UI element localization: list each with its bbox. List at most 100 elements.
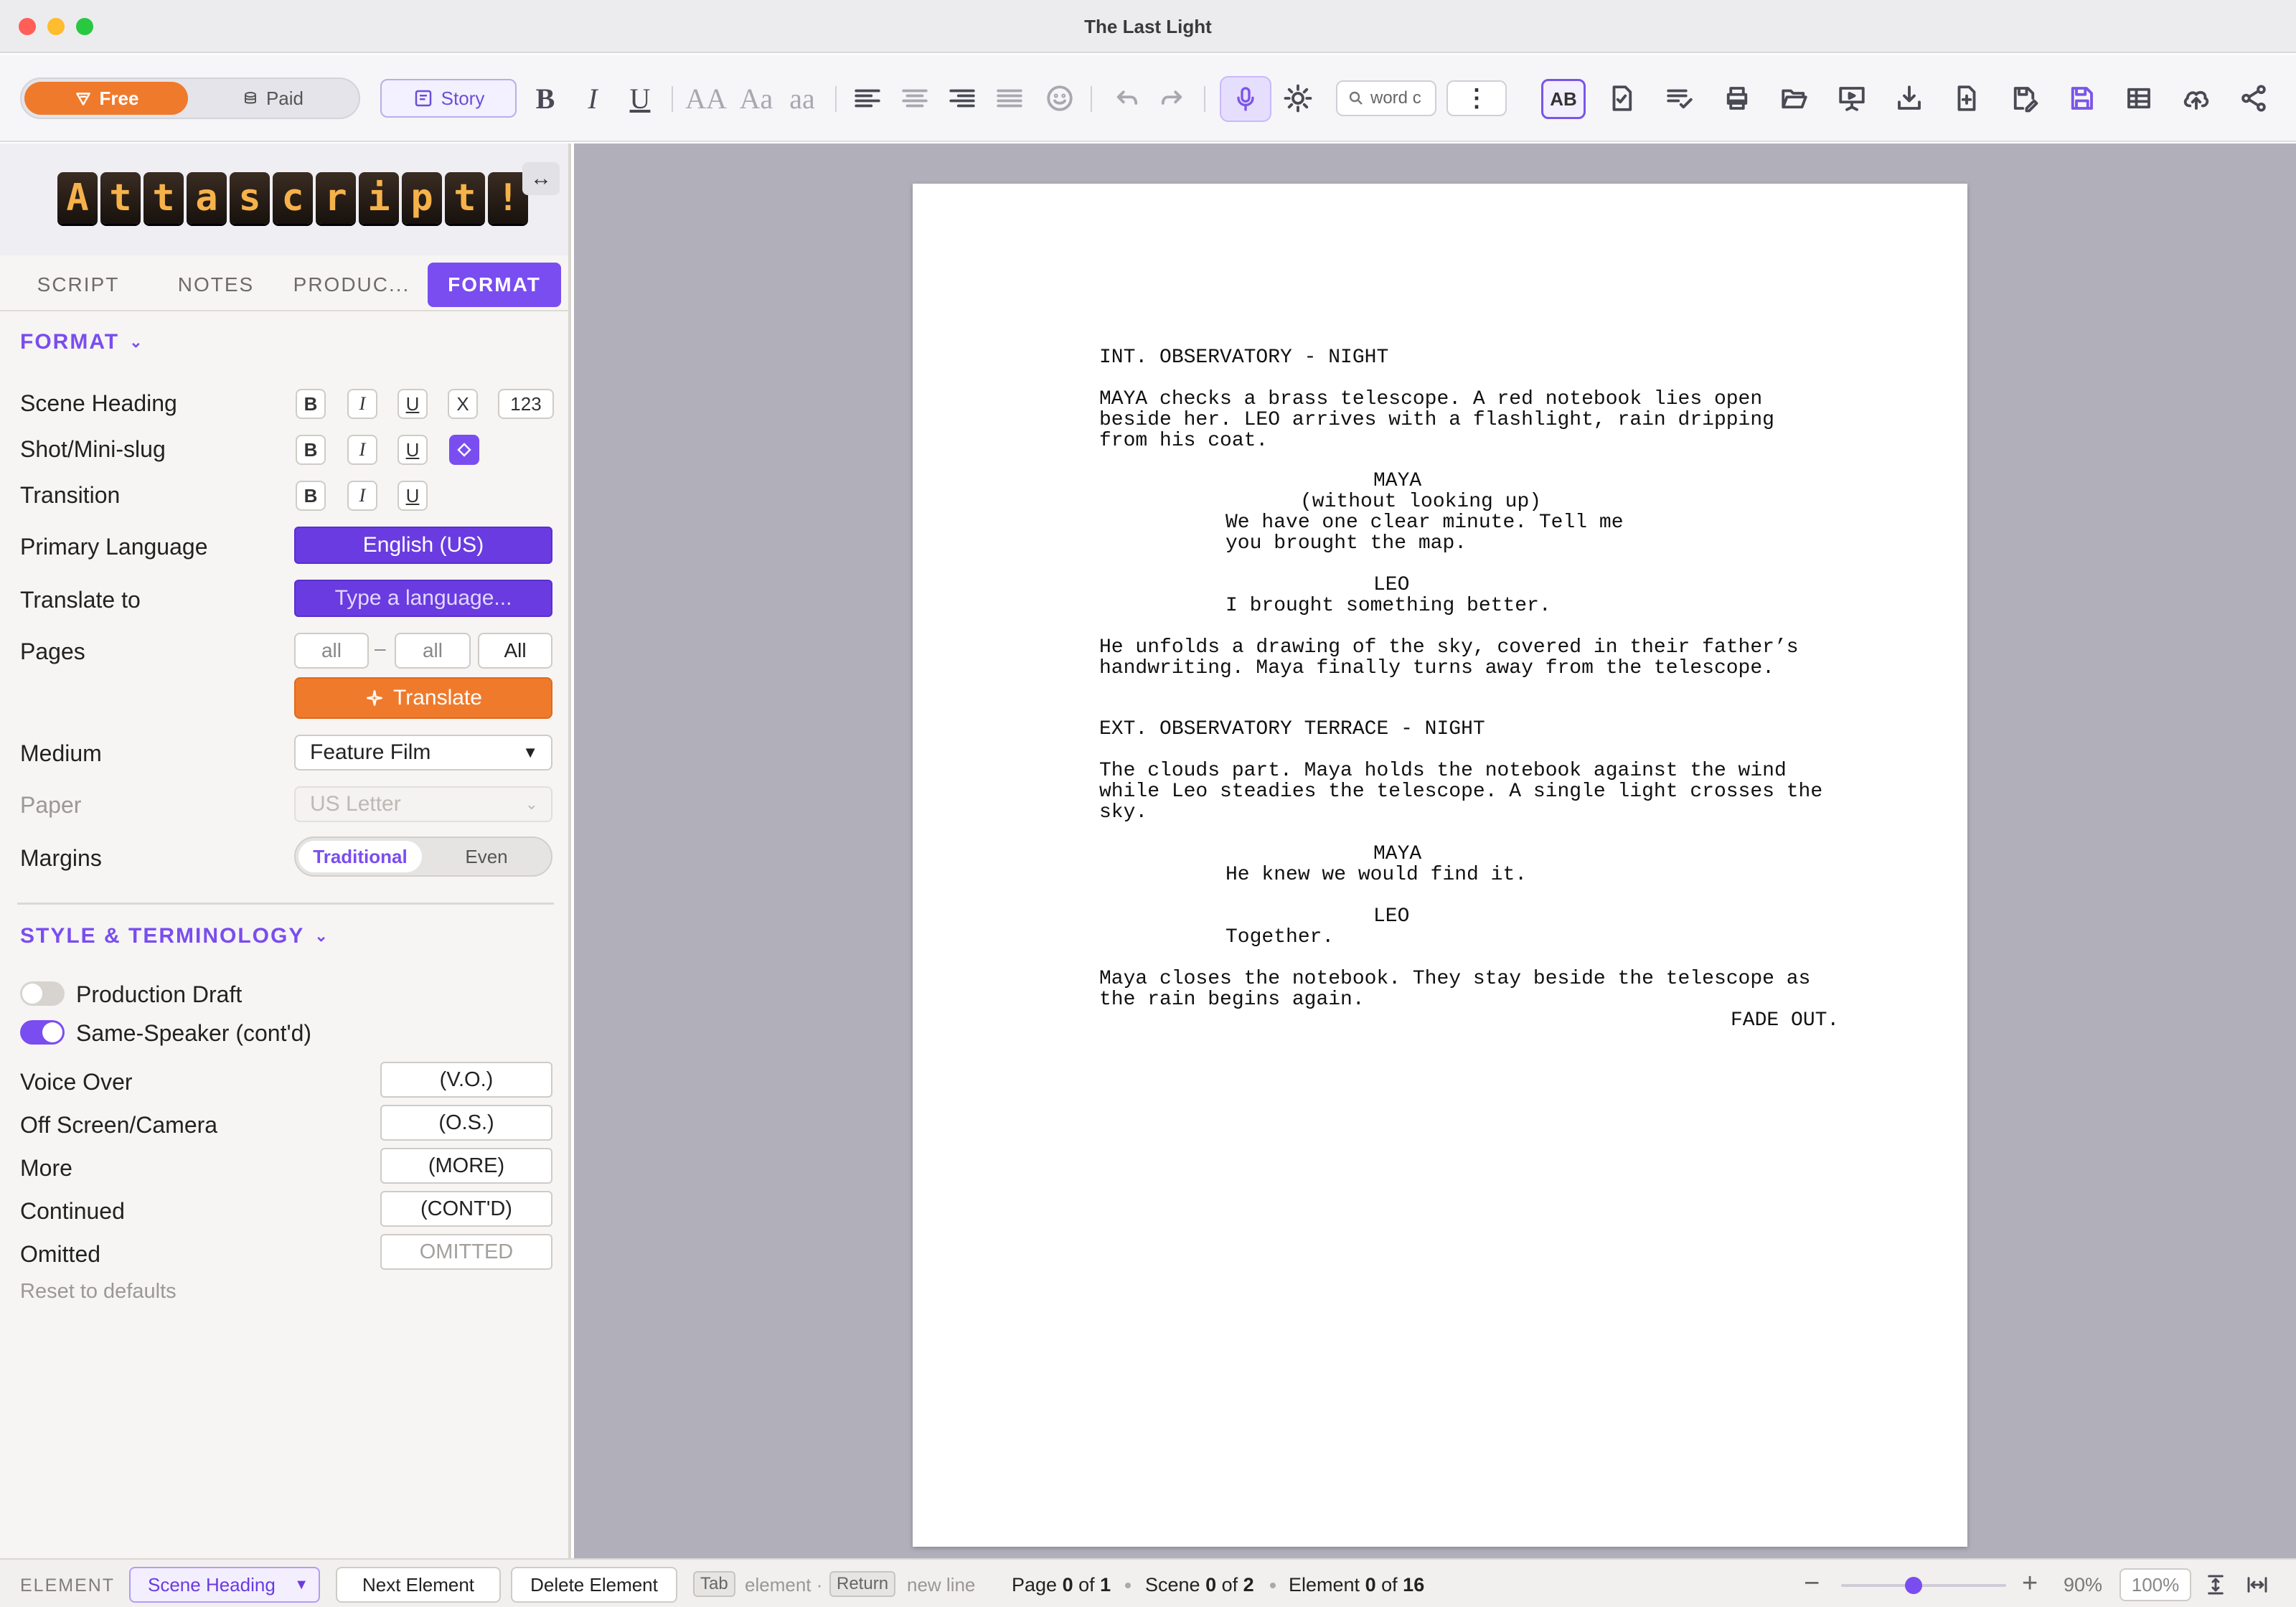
zoom-in-button[interactable]: + [2022,1568,2038,1599]
bold-button[interactable]: B [530,77,561,119]
titlecase-button[interactable]: Aa [733,77,779,119]
same-speaker-toggle[interactable] [20,1020,65,1045]
dialogue[interactable]: I brought something better. [1225,595,1551,616]
primary-language-select[interactable]: English (US) [294,527,552,564]
new-file-button[interactable] [1949,77,1985,119]
action-line[interactable]: The clouds part. Maya holds the notebook… [1099,760,1822,823]
expand-sidebar-button[interactable]: ↔ [522,162,560,195]
shot-highlight-toggle[interactable] [449,435,479,465]
action-line[interactable]: He unfolds a drawing of the sky, covered… [1099,637,1799,679]
parenthetical[interactable]: (without looking up) [1300,491,1541,512]
zoom-slider-handle[interactable] [1905,1577,1923,1594]
tab-production[interactable]: PRODUC... [287,263,416,307]
present-button[interactable] [1834,77,1870,119]
dialogue[interactable]: Together. [1225,927,1334,948]
scene-heading-clear-toggle[interactable]: X [448,389,478,419]
translate-language-input[interactable]: Type a language... [294,580,552,617]
script-page[interactable]: INT. OBSERVATORY - NIGHT MAYA checks a b… [913,184,1967,1547]
format-section-header[interactable]: FORMAT ⌄ [20,330,144,354]
story-button[interactable]: Story [380,79,517,118]
tab-format[interactable]: FORMAT [428,263,561,307]
transition-italic-toggle[interactable]: I [347,481,377,511]
off-screen-input[interactable]: (O.S.) [380,1105,552,1141]
cloud-upload-button[interactable] [2177,77,2216,119]
zoom-out-button[interactable]: − [1804,1568,1820,1599]
share-button[interactable] [2236,77,2272,119]
voice-over-input[interactable]: (V.O.) [380,1062,552,1098]
medium-select[interactable]: Feature Film ▼ [294,735,552,770]
transition-underline-toggle[interactable]: U [397,481,428,511]
action-line[interactable]: Maya closes the notebook. They stay besi… [1099,969,1810,1010]
character-name[interactable]: LEO [1373,575,1409,595]
character-name[interactable]: MAYA [1373,844,1421,864]
paper-label: Paper [20,792,82,818]
chevron-down-icon: ▼ [294,1576,309,1593]
tab-script[interactable]: SCRIPT [14,263,142,307]
more-input[interactable]: (MORE) [380,1148,552,1184]
element-of: of [1381,1574,1398,1596]
scene-heading-bold-toggle[interactable]: B [296,389,326,419]
fit-height-button[interactable] [2201,1568,2230,1601]
undo-button[interactable] [1111,77,1144,119]
shot-underline-toggle[interactable]: U [397,435,428,465]
paid-plan-button[interactable]: Paid [191,82,354,115]
scene-heading-italic-toggle[interactable]: I [347,389,377,419]
scene-heading[interactable]: INT. OBSERVATORY - NIGHT [1099,347,1388,368]
style-section-header[interactable]: STYLE & TERMINOLOGY ⌄ [20,924,329,948]
theme-button[interactable] [1280,77,1316,119]
save-as-button[interactable] [2006,77,2042,119]
action-line[interactable]: MAYA checks a brass telescope. A red not… [1099,389,1774,451]
translate-button[interactable]: Translate [294,677,552,719]
redo-button[interactable] [1155,77,1188,119]
pages-from-input[interactable]: all [294,633,369,669]
fit-width-button[interactable] [2243,1568,2272,1601]
continued-input[interactable]: (CONT'D) [380,1191,552,1227]
dialogue[interactable]: He knew we would find it. [1225,864,1527,885]
shot-italic-toggle[interactable]: I [347,435,377,465]
spellcheck-button[interactable]: AB [1541,79,1586,119]
omitted-input[interactable]: OMITTED [380,1234,552,1270]
tab-notes[interactable]: NOTES [152,263,280,307]
check-document-button[interactable] [1604,77,1639,119]
character-name[interactable]: MAYA [1373,471,1421,491]
uppercase-button[interactable]: AA [683,77,729,119]
dictation-button[interactable] [1220,76,1271,122]
align-center-button[interactable] [898,77,931,119]
italic-button[interactable]: I [577,77,608,119]
pages-all-button[interactable]: All [478,633,552,669]
zoom-reset-button[interactable]: 100% [2119,1568,2191,1601]
free-plan-button[interactable]: Free [24,82,188,115]
more-options-button[interactable]: ⋮ [1446,80,1507,116]
emoji-button[interactable] [1042,77,1078,119]
delete-element-button[interactable]: Delete Element [511,1567,677,1603]
pages-to-input[interactable]: all [395,633,471,669]
table-button[interactable] [2121,77,2157,119]
search-input[interactable]: word c [1336,80,1436,116]
zoom-slider[interactable] [1841,1584,2006,1587]
justify-button[interactable] [993,77,1026,119]
scene-heading[interactable]: EXT. OBSERVATORY TERRACE - NIGHT [1099,719,1485,740]
scene-numbering-toggle[interactable]: 123 [498,389,554,419]
character-name[interactable]: LEO [1373,906,1409,927]
checklist-button[interactable] [1662,77,1698,119]
transition-bold-toggle[interactable]: B [296,481,326,511]
align-right-button[interactable] [946,77,979,119]
next-element-button[interactable]: Next Element [336,1567,501,1603]
scene-heading-underline-toggle[interactable]: U [397,389,428,419]
transition[interactable]: FADE OUT. [1731,1010,1839,1031]
reset-defaults-link[interactable]: Reset to defaults [20,1280,177,1304]
print-button[interactable] [1719,77,1755,119]
lowercase-button[interactable]: aa [782,77,822,119]
toolbar-divider [672,86,673,112]
production-draft-toggle[interactable] [20,981,65,1006]
underline-button[interactable]: U [624,77,656,119]
open-button[interactable] [1777,77,1812,119]
element-type-select[interactable]: Scene Heading ▼ [129,1567,320,1603]
dialogue[interactable]: We have one clear minute. Tell me you br… [1225,512,1624,554]
align-left-button[interactable] [851,77,884,119]
shot-bold-toggle[interactable]: B [296,435,326,465]
margins-even-option[interactable]: Even [425,841,548,872]
import-button[interactable] [1891,77,1927,119]
margins-traditional-option[interactable]: Traditional [298,841,422,872]
save-button[interactable] [2064,77,2099,119]
